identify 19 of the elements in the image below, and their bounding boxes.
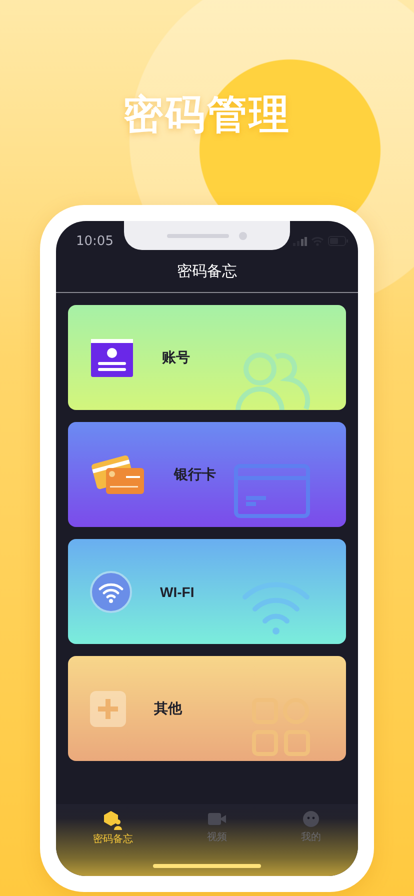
nav-title: 密码备忘 bbox=[177, 261, 237, 281]
cube-person-icon bbox=[103, 810, 123, 830]
category-card[interactable]: 其他 bbox=[68, 656, 346, 761]
video-camera-icon bbox=[207, 810, 227, 828]
category-card[interactable]: 银行卡 bbox=[68, 422, 346, 527]
grid-outline-icon bbox=[252, 698, 310, 756]
wifi-badge-icon bbox=[90, 570, 132, 612]
tab-item[interactable]: 密码备忘 bbox=[87, 810, 139, 846]
face-icon bbox=[302, 810, 320, 828]
signal-icon bbox=[293, 236, 307, 246]
bank-cards-icon bbox=[90, 454, 146, 496]
category-card[interactable]: 账号 bbox=[68, 305, 346, 410]
page-headline: 密码管理 bbox=[123, 92, 291, 138]
card-outline-icon bbox=[234, 464, 310, 518]
status-time: 10:05 bbox=[76, 234, 114, 248]
wifi-outline-icon bbox=[242, 581, 310, 635]
category-card[interactable]: WI-FI bbox=[68, 539, 346, 644]
plus-square-icon bbox=[90, 690, 126, 726]
login-window-icon bbox=[90, 338, 134, 378]
